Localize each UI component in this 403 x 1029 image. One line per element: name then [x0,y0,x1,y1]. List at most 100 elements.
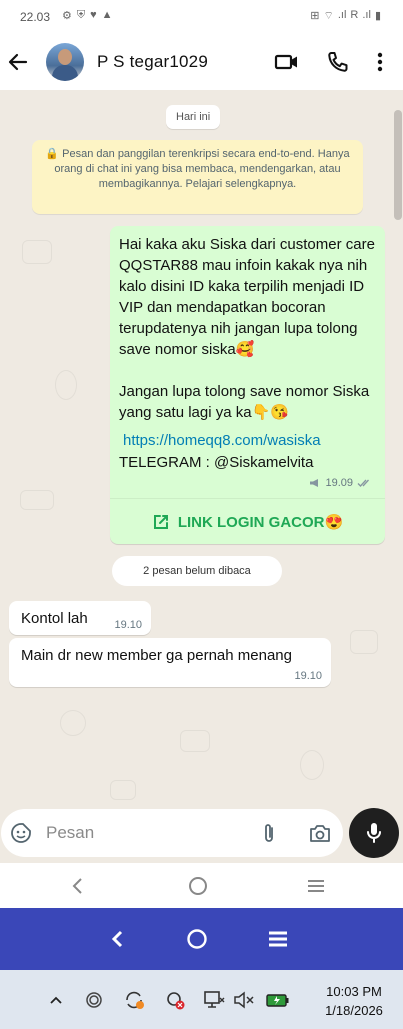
taskbar-time: 10:03 PM [326,984,382,999]
message-time: 19.09 [325,477,353,489]
incoming-message-text: Main dr new member ga pernah menang [21,647,292,664]
home-circle-icon [187,929,207,949]
message-link[interactable]: https://homeqq8.com/wasiska [123,432,321,449]
message-time: 19.10 [114,619,142,631]
battery-tray-icon[interactable] [266,989,290,1011]
shield-icon: ⛨ [76,9,86,21]
nav-back-button[interactable] [66,874,90,898]
avatar-body [52,65,78,81]
emoji-button[interactable] [10,822,32,844]
wallpaper-doodle [300,750,324,780]
tray-app-icon[interactable] [82,989,106,1011]
nav-recents-button[interactable] [304,874,328,898]
signal-label: R [350,9,359,21]
encryption-notice[interactable]: 🔒 Pesan dan panggilan terenkripsi secara… [32,140,363,214]
voice-call-button[interactable] [325,49,349,75]
network-tray-icon[interactable] [202,989,226,1011]
contact-name[interactable]: P S tegar1029 [97,52,208,72]
recents-icon [308,880,324,892]
sync-icon [126,991,144,1009]
sim-icon: ⊞ [310,10,320,22]
cta-label: LINK LOGIN GACOR😍 [177,513,344,531]
external-link-icon [153,514,168,529]
wallpaper-doodle [60,710,86,736]
heart-icon: ♥ [90,9,97,21]
attach-button[interactable] [259,822,279,846]
unread-messages-chip: 2 pesan belum dibaca [112,556,282,586]
back-button[interactable] [6,48,30,76]
chevron-left-icon [111,930,123,948]
status-left-icons: ⚙ ⛨ ♥ ▲ [62,9,113,22]
wallpaper-doodle [20,490,54,510]
avatar-face [58,49,72,65]
taskbar-date: 1/18/2026 [325,1003,383,1018]
sync-tray-icon[interactable] [122,989,146,1011]
wallpaper-doodle [22,240,52,264]
date-chip: Hari ini [166,105,221,129]
back-arrow-icon [8,53,28,71]
chat-area[interactable]: Hari ini 🔒 Pesan dan panggilan terenkrip… [0,90,403,808]
megaphone-icon [310,479,319,487]
message-input[interactable]: Pesan [1,809,343,857]
incoming-message[interactable]: Kontol lah 19.10 [9,601,151,635]
recents-icon [269,931,287,947]
telegram-text: TELEGRAM : @Siskamelvita [119,454,314,471]
double-check-icon [357,479,369,487]
swirl-icon [86,992,102,1008]
show-hidden-icons-button[interactable] [44,989,68,1011]
paperclip-icon [265,824,273,842]
battery-charging-icon [266,994,289,1007]
chevron-up-icon [50,996,62,1004]
outgoing-message[interactable]: Hai kaka aku Siska dari customer care QQ… [110,226,385,544]
camera-button[interactable] [308,823,332,845]
message-input-row: Pesan [0,808,403,863]
nav-home-button[interactable] [186,874,210,898]
volume-tray-icon[interactable] [232,989,256,1011]
video-call-button[interactable] [274,49,300,75]
message-time: 19.10 [294,670,322,682]
sticker-icon [11,823,31,843]
status-right-icons: ⊞ ⌔ .ıl R .ıl ▮ [310,9,381,23]
incoming-message-text: Kontol lah [21,610,88,627]
wallpaper-doodle [180,730,210,752]
android-nav-bar [0,863,403,908]
cta-link-button[interactable]: LINK LOGIN GACOR😍 [110,499,385,544]
speaker-muted-icon [234,991,254,1009]
wallpaper-doodle [110,780,136,800]
network-icon [204,991,225,1008]
wallpaper-doodle [55,370,77,400]
emulator-home-button[interactable] [185,927,209,951]
camera-icon [310,825,330,842]
home-circle-icon [189,877,207,895]
message-placeholder: Pesan [46,823,95,842]
incoming-message[interactable]: Main dr new member ga pernah menang 19.1… [9,638,331,687]
wallpaper-doodle [350,630,378,654]
signal-icon-2: .ıl [362,9,371,21]
chat-header: P S tegar1029 [0,34,403,90]
chat-scrollbar[interactable] [394,110,402,220]
voice-message-button[interactable] [349,808,399,858]
battery-icon: ▮ [374,10,381,22]
blocked-tray-icon[interactable] [163,989,187,1011]
outgoing-message-text: Hai kaka aku Siska dari customer care QQ… [119,236,375,421]
blocked-icon [167,992,185,1010]
gear-icon: ⚙ [62,10,72,22]
emulator-back-button[interactable] [106,927,130,951]
video-camera-icon [274,54,297,70]
microphone-icon [367,823,381,843]
kebab-menu-icon [377,52,383,72]
windows-taskbar: 10:03 PM 1/18/2026 [0,970,403,1029]
signal-icon: .ıl [337,9,347,21]
warning-icon: ▲ [101,9,113,21]
status-time: 22.03 [20,10,51,24]
status-bar: 22.03 ⚙ ⛨ ♥ ▲ ⊞ ⌔ .ıl R .ıl ▮ [0,0,403,34]
wifi-icon: ⌔ [323,10,334,22]
taskbar-clock[interactable]: 10:03 PM 1/18/2026 [314,982,394,1020]
emulator-nav-bar [0,908,403,970]
contact-avatar[interactable] [46,43,84,81]
more-options-button[interactable] [370,49,390,75]
emulator-recents-button[interactable] [266,927,290,951]
message-meta: 19.09 [309,477,373,489]
chevron-left-icon [72,878,82,894]
phone-icon [328,52,348,72]
